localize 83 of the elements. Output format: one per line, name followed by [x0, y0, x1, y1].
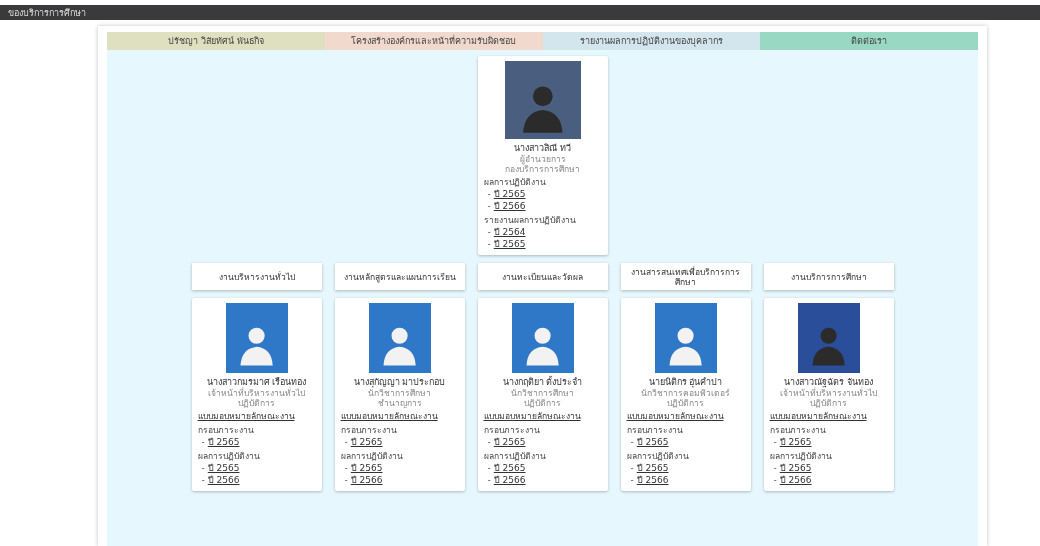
list-marker: -	[201, 475, 205, 486]
list-marker: -	[487, 463, 491, 474]
year-link[interactable]: ปี 2566	[636, 475, 669, 486]
person-name: นางสุกัญญา มาประกอบ	[352, 377, 447, 388]
year-link[interactable]: ปี 2565	[779, 437, 812, 448]
document-link[interactable]: แบบมอบหมายลักษณะงาน	[626, 411, 724, 422]
nav-tab[interactable]: รายงานผลการปฏิบัติงานของบุคลากร	[542, 32, 761, 50]
year-link[interactable]: ปี 2565	[350, 463, 383, 474]
nav-tab[interactable]: ติดต่อเรา	[760, 32, 978, 50]
list-marker: -	[630, 463, 634, 474]
year-link[interactable]: ปี 2565	[779, 463, 812, 474]
department-button[interactable]: งานสารสนเทศเพื่อบริการการศึกษา	[620, 263, 751, 290]
list-marker: -	[773, 437, 777, 448]
section-heading: ผลการปฏิบัติงาน	[483, 177, 547, 188]
document-link[interactable]: แบบมอบหมายลักษณะงาน	[769, 411, 867, 422]
year-link[interactable]: ปี 2566	[207, 475, 240, 486]
year-link[interactable]: ปี 2566	[493, 201, 526, 212]
section-heading: ผลการปฏิบัติงาน	[340, 451, 404, 462]
section-heading: ผลการปฏิบัติงาน	[626, 451, 690, 462]
list-marker: -	[487, 189, 491, 200]
year-link[interactable]: ปี 2565	[207, 437, 240, 448]
list-marker: -	[344, 475, 348, 486]
nav-tab[interactable]: โครงสร้างองค์กรและหน้าที่ความรับผิดชอบ	[324, 32, 543, 50]
section-heading: กรอบภาระงาน	[340, 425, 398, 436]
position-text: ปฏิบัติการ	[237, 398, 276, 408]
year-link[interactable]: ปี 2565	[636, 437, 669, 448]
document-link[interactable]: แบบมอบหมายลักษณะงาน	[340, 411, 438, 422]
person-name: นางสาวสิณี ทวี	[513, 143, 572, 154]
department-button[interactable]: งานบริหารงานทั่วไป	[191, 263, 322, 290]
department-button[interactable]: งานหลักสูตรและแผนการเรียน	[334, 263, 465, 290]
position-text: นักวิชาการคอมพิวเตอร์	[640, 388, 731, 398]
year-link[interactable]: ปี 2565	[493, 463, 526, 474]
document-link[interactable]: แบบมอบหมายลักษณะงาน	[197, 411, 295, 422]
year-link[interactable]: ปี 2565	[636, 463, 669, 474]
year-link[interactable]: ปี 2565	[493, 239, 526, 250]
section-heading: ผลการปฏิบัติงาน	[483, 451, 547, 462]
list-marker: -	[773, 475, 777, 486]
person-name: นางสาวกมรมาศ เรือนทอง	[205, 377, 308, 387]
nav-tab[interactable]: ปรัชญา วิสัยทัศน์ พันธกิจ	[107, 32, 325, 50]
person-name: นางกฤติยา ตั้งประจำ	[501, 377, 584, 388]
list-marker: -	[487, 201, 491, 212]
position-text: เจ้าหน้าที่บริหารงานทั่วไป	[207, 388, 306, 398]
section-heading: รายงานผลการปฏิบัติงาน	[483, 215, 577, 226]
year-link[interactable]: ปี 2565	[207, 463, 240, 474]
person-name: นายนิติกร อุ่นคำปา	[648, 377, 723, 388]
department-button[interactable]: งานบริการการศึกษา	[763, 263, 894, 290]
section-heading: กรอบภาระงาน	[483, 425, 541, 436]
list-marker: -	[487, 227, 491, 238]
list-marker: -	[773, 463, 777, 474]
year-link[interactable]: ปี 2566	[350, 475, 383, 486]
list-marker: -	[201, 463, 205, 474]
position-text: เจ้าหน้าที่บริหารงานทั่วไป	[779, 388, 878, 398]
section-heading: กรอบภาระงาน	[626, 425, 684, 436]
section-heading: กรอบภาระงาน	[769, 425, 827, 436]
document-link[interactable]: แบบมอบหมายลักษณะงาน	[483, 411, 581, 422]
position-text: นักวิชาการศึกษา	[510, 388, 575, 398]
section-heading: ผลการปฏิบัติงาน	[197, 451, 261, 462]
year-link[interactable]: ปี 2565	[493, 189, 526, 200]
department-button[interactable]: งานทะเบียนและวัดผล	[477, 263, 608, 290]
list-marker: -	[487, 475, 491, 486]
site-title: ของบริการการศึกษา	[8, 6, 86, 19]
position-text: นักวิชาการศึกษา	[367, 388, 432, 398]
list-marker: -	[344, 437, 348, 448]
position-text: ปฏิบัติการ	[666, 398, 705, 408]
position-text: ปฏิบัติการ	[809, 398, 848, 408]
year-link[interactable]: ปี 2564	[493, 227, 526, 238]
section-heading: กรอบภาระงาน	[197, 425, 255, 436]
person-name: นางสาวณัฐฉัตร จันทอง	[784, 377, 873, 388]
position-text: กองบริการการศึกษา	[504, 164, 581, 174]
list-marker: -	[630, 475, 634, 486]
list-marker: -	[201, 437, 205, 448]
position-text: ผู้อำนวยการ	[519, 154, 566, 164]
year-link[interactable]: ปี 2566	[493, 475, 526, 486]
year-link[interactable]: ปี 2566	[779, 475, 812, 486]
list-marker: -	[630, 437, 634, 448]
list-marker: -	[344, 463, 348, 474]
year-link[interactable]: ปี 2565	[350, 437, 383, 448]
list-marker: -	[487, 239, 491, 250]
year-link[interactable]: ปี 2565	[493, 437, 526, 448]
position-text: ปฏิบัติการ	[523, 398, 562, 408]
list-marker: -	[487, 437, 491, 448]
section-heading: ผลการปฏิบัติงาน	[769, 451, 833, 462]
position-text: ชำนาญการ	[376, 398, 423, 408]
